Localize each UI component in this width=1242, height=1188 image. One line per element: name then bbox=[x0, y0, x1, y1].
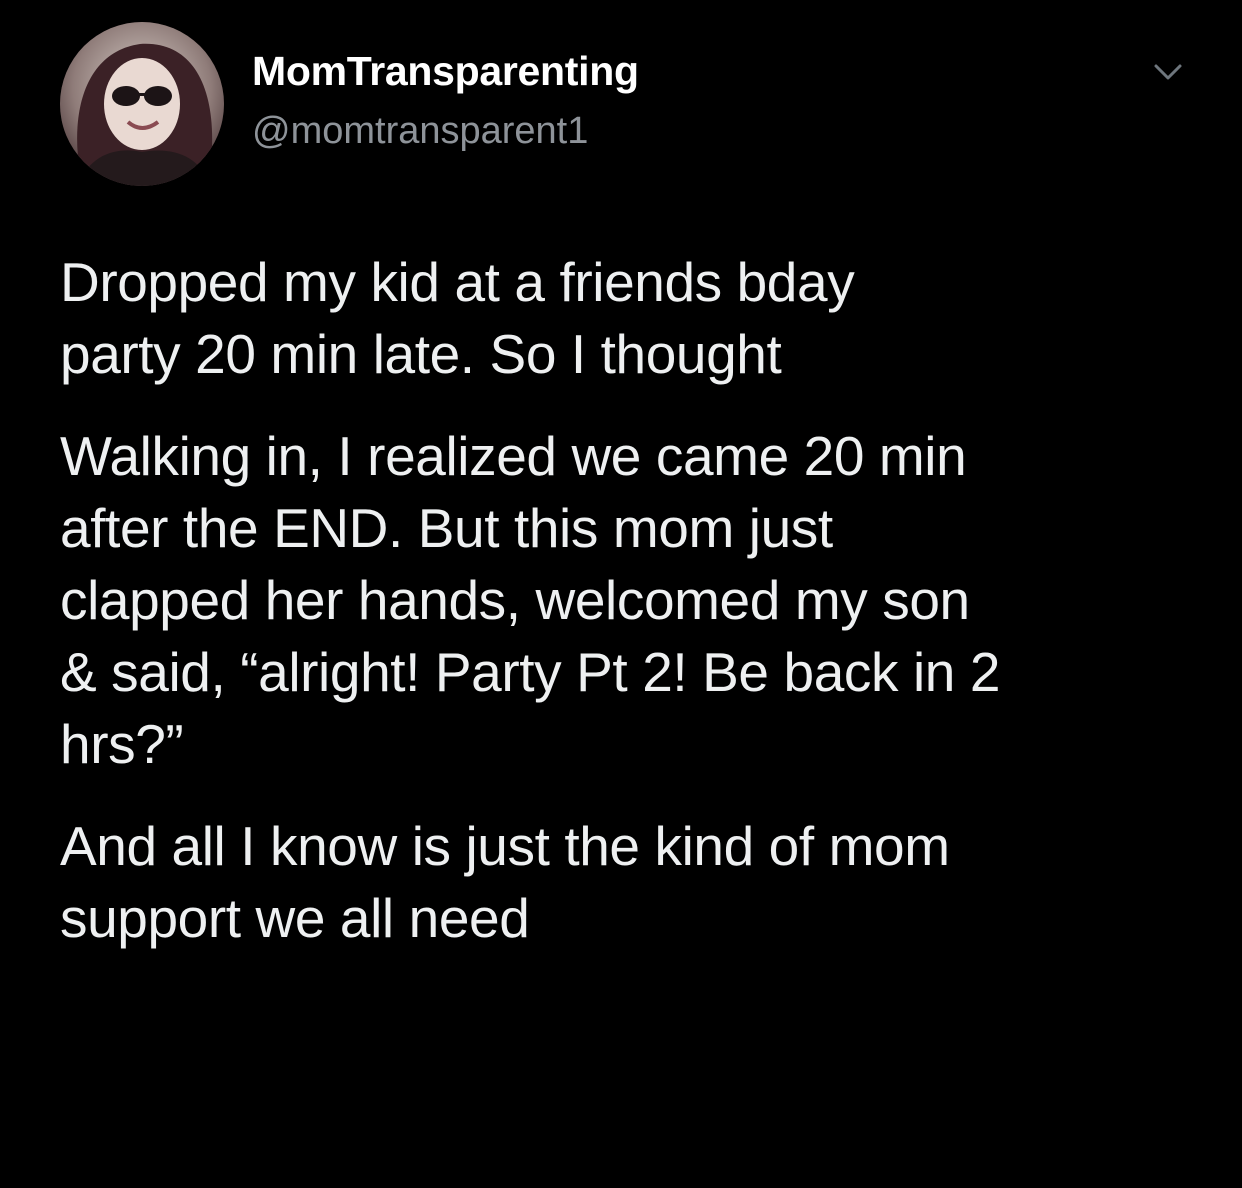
more-options-button[interactable] bbox=[1144, 52, 1192, 92]
profile-photo-icon bbox=[60, 22, 224, 186]
author-display-name[interactable]: MomTransparenting bbox=[252, 48, 639, 95]
tweet-paragraph: And all I know is just the kind of mom s… bbox=[60, 815, 950, 949]
tweet-card: MomTransparenting @momtransparent1 Dropp… bbox=[0, 0, 1242, 1188]
tweet-body: Dropped my kid at a friends bday party 2… bbox=[60, 246, 1210, 984]
chevron-down-icon bbox=[1154, 64, 1182, 80]
avatar[interactable] bbox=[60, 22, 224, 186]
author-handle[interactable]: @momtransparent1 bbox=[252, 110, 588, 153]
tweet-paragraph: Walking in, I realized we came 20 min af… bbox=[60, 425, 1001, 775]
tweet-paragraph: Dropped my kid at a friends bday party 2… bbox=[60, 251, 855, 385]
